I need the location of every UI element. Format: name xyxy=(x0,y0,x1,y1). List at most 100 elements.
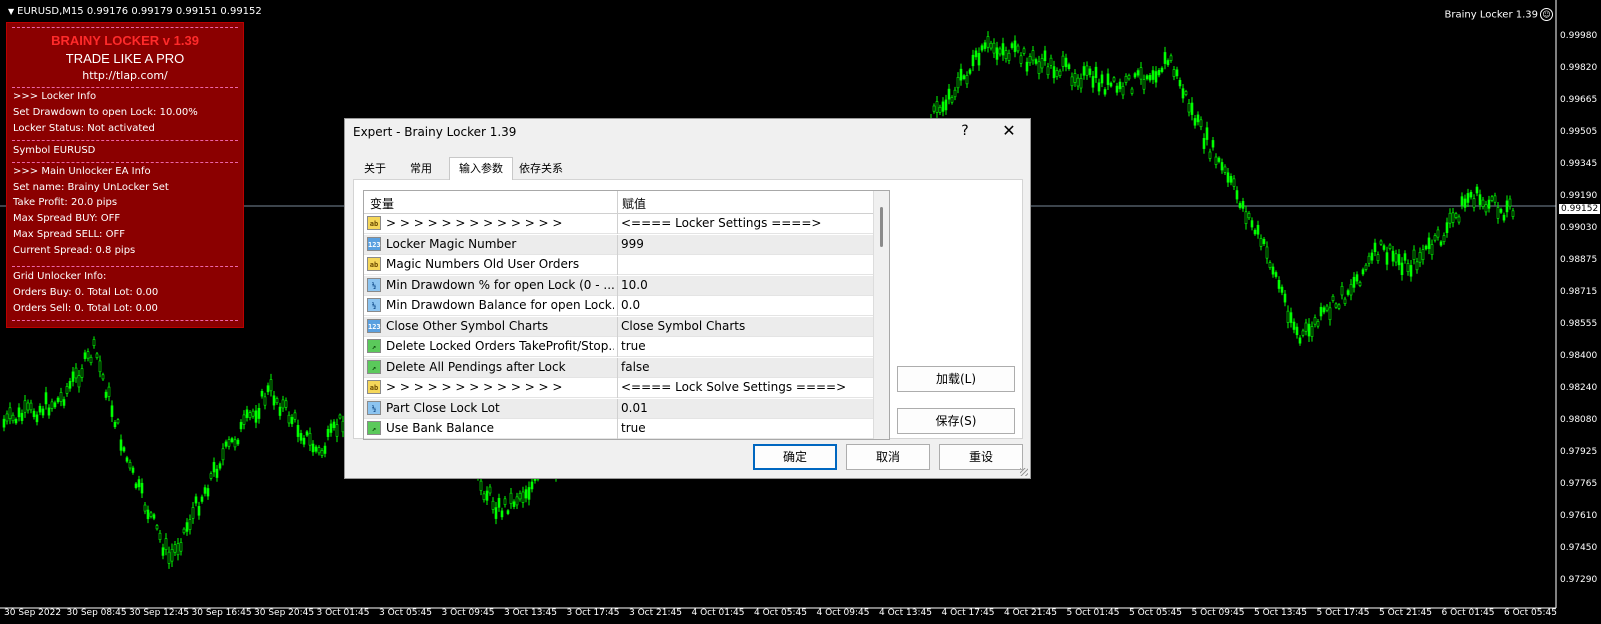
candle-body xyxy=(488,486,492,494)
column-variable[interactable]: 变量 xyxy=(370,195,394,212)
candle-body xyxy=(1193,118,1197,126)
candle-body xyxy=(1493,195,1497,203)
candle-body xyxy=(113,421,117,428)
panel-title: BRAINY LOCKER v 1.39 xyxy=(51,33,199,48)
parameter-value[interactable]: 10.0 xyxy=(621,278,648,292)
parameter-value[interactable]: false xyxy=(621,360,650,374)
resize-grip-icon[interactable] xyxy=(1020,468,1028,476)
candle-body xyxy=(110,405,114,417)
candle-body xyxy=(1331,295,1335,301)
candle-body xyxy=(251,410,255,417)
parameter-row[interactable]: ab > > > > > > > > > > > > > <==== Lock So… xyxy=(364,378,873,398)
parameter-row[interactable]: ½ Min Drawdown % for open Lock (0 - ... 10… xyxy=(364,275,873,296)
candle-body xyxy=(68,381,72,389)
candle-body xyxy=(173,544,177,553)
parameter-row[interactable]: ↗ Use Bank Balance true xyxy=(364,419,873,439)
expert-label[interactable]: Brainy Locker 1.39 ☺ xyxy=(1445,8,1553,21)
candle-body xyxy=(1211,140,1215,148)
candle-body xyxy=(1121,86,1125,96)
parameter-value[interactable]: 0.01 xyxy=(621,401,648,415)
candle-body xyxy=(974,50,978,58)
max-spread-sell: Max Spread SELL: OFF xyxy=(13,229,125,240)
candle-body xyxy=(287,414,291,424)
candle-body xyxy=(20,412,24,421)
candle-body xyxy=(158,532,162,540)
candle-body xyxy=(59,392,63,402)
column-value[interactable]: 赋值 xyxy=(622,195,646,212)
locker-info-header: >>> Locker Info xyxy=(13,91,97,102)
parameter-row[interactable]: 123 Close Other Symbol Charts Close Symbol… xyxy=(364,316,873,337)
candle-body xyxy=(1139,67,1143,80)
candle-body xyxy=(248,412,252,419)
candle-body xyxy=(1478,194,1482,205)
parameter-row[interactable]: ab Magic Numbers Old User Orders xyxy=(364,255,873,275)
time-tick-label: 5 Oct 17:45 xyxy=(1316,608,1370,618)
candle-body xyxy=(335,424,339,437)
candle-body xyxy=(290,417,294,425)
candle-body xyxy=(47,407,51,416)
candle-body xyxy=(1412,249,1416,260)
tab-dependencies[interactable]: 依存关系 xyxy=(513,159,569,179)
candle-body xyxy=(1406,263,1410,272)
parameter-row[interactable]: 123 Locker Magic Number 999 xyxy=(364,234,873,255)
parameter-value[interactable]: <==== Locker Settings ====> xyxy=(621,216,821,230)
panel-url[interactable]: http://tlap.com/ xyxy=(7,69,243,82)
divider xyxy=(12,87,238,88)
close-button[interactable]: ✕ xyxy=(997,121,1021,140)
symbol-info: Symbol EURUSD xyxy=(13,145,96,156)
parameter-value[interactable]: 0.0 xyxy=(621,298,640,312)
candle-body xyxy=(1190,102,1194,115)
input-parameters-grid[interactable]: 变量 赋值 ab > > > > > > > > > > > > > <==== L… xyxy=(363,190,890,440)
price-tick-label: 0.97925 xyxy=(1560,447,1598,457)
parameter-row[interactable]: ab > > > > > > > > > > > > > <==== Locker … xyxy=(364,214,873,234)
time-tick-label: 5 Oct 01:45 xyxy=(1066,608,1120,618)
parameter-row[interactable]: ↗ Delete All Pendings after Lock false xyxy=(364,357,873,378)
candle-body xyxy=(1475,186,1479,194)
reset-button[interactable]: 重设 xyxy=(939,444,1023,470)
candle-body xyxy=(938,106,942,113)
vertical-scrollbar[interactable] xyxy=(873,191,889,439)
parameter-row[interactable]: ↗ Delete Locked Orders TakeProfit/Stop...… xyxy=(364,337,873,357)
parameter-value[interactable]: true xyxy=(621,421,646,435)
candle-body xyxy=(1376,254,1380,262)
candle-body xyxy=(1106,73,1110,85)
cancel-button[interactable]: 取消 xyxy=(846,444,930,470)
caret-down-icon[interactable]: ▼ xyxy=(8,7,14,16)
scrollbar-thumb[interactable] xyxy=(880,207,883,247)
candle-body xyxy=(947,88,951,100)
smiley-icon[interactable]: ☺ xyxy=(1540,8,1553,21)
candle-body xyxy=(1316,321,1320,327)
time-tick-label: 4 Oct 09:45 xyxy=(816,608,870,618)
parameter-value[interactable]: Close Symbol Charts xyxy=(621,319,745,333)
candle-body xyxy=(1409,265,1413,277)
candle-body xyxy=(1358,281,1362,286)
ok-button[interactable]: 确定 xyxy=(753,444,837,470)
parameter-value[interactable]: <==== Lock Solve Settings ====> xyxy=(621,380,846,394)
candle-body xyxy=(206,488,210,497)
load-button[interactable]: 加载(L) xyxy=(897,366,1015,392)
candle-body xyxy=(1349,284,1353,296)
candle-body xyxy=(320,450,324,456)
candle-body xyxy=(212,462,216,473)
candle-body xyxy=(1379,240,1383,245)
candle-body xyxy=(326,429,330,437)
candle-body xyxy=(296,425,300,437)
candle-body xyxy=(1151,70,1155,80)
chart-symbol-header[interactable]: ▼ EURUSD,M15 0.99176 0.99179 0.99151 0.99… xyxy=(8,6,262,17)
parameter-row[interactable]: ½ Part Close Lock Lot 0.01 xyxy=(364,398,873,419)
candle-body xyxy=(1025,61,1029,72)
help-button[interactable]: ? xyxy=(955,123,975,139)
save-button[interactable]: 保存(S) xyxy=(897,408,1015,434)
candle-body xyxy=(1064,57,1068,68)
candle-body xyxy=(1109,82,1113,87)
candle-body xyxy=(1163,52,1167,64)
tab-inputs[interactable]: 输入参数 xyxy=(449,157,513,180)
parameter-value[interactable]: true xyxy=(621,339,646,353)
candle-body xyxy=(1094,66,1098,78)
tab-about[interactable]: 关于 xyxy=(359,159,391,179)
candle-body xyxy=(959,68,963,81)
tab-common[interactable]: 常用 xyxy=(403,159,439,179)
candle-body xyxy=(299,433,303,441)
parameter-row[interactable]: ½ Min Drawdown Balance for open Lock... 0.… xyxy=(364,296,873,316)
parameter-value[interactable]: 999 xyxy=(621,237,644,251)
